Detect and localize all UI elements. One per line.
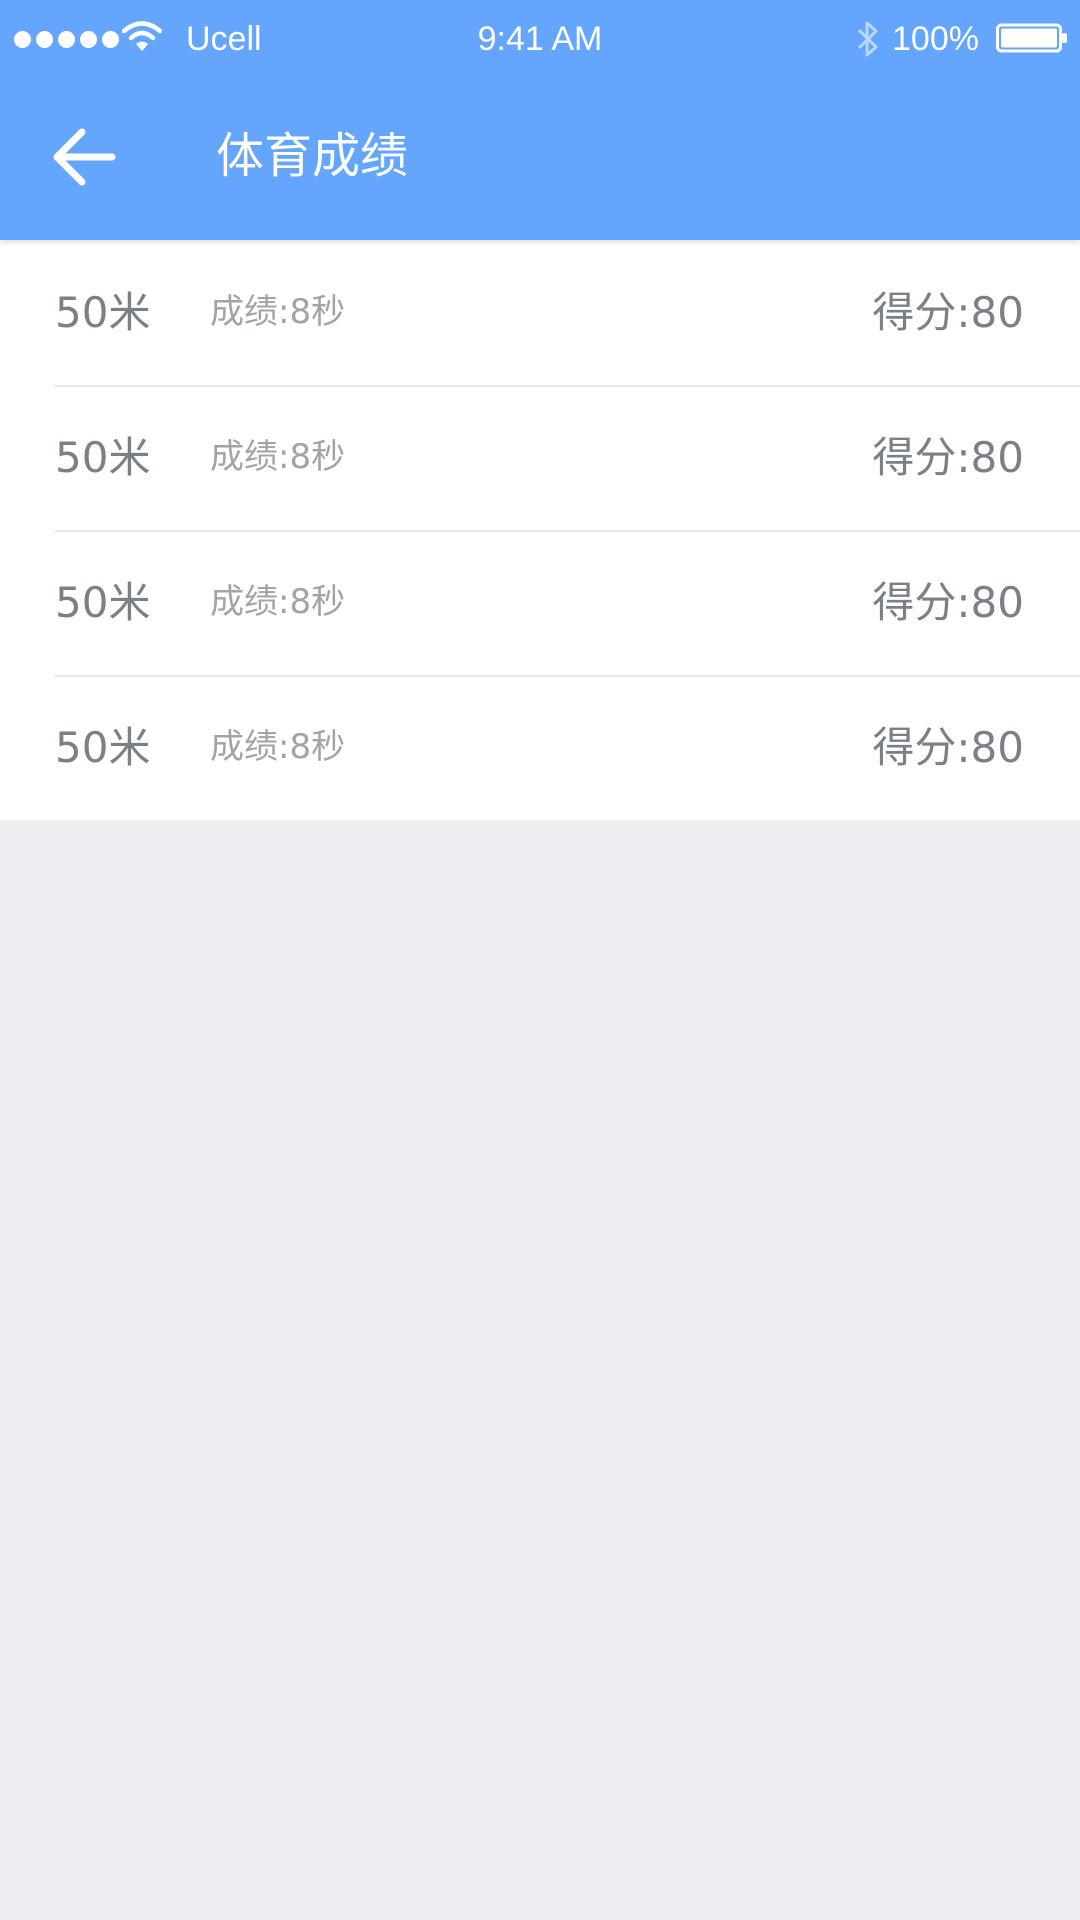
screen: Ucell 9:41 AM 100% 体育成绩 50米 成绩:8秒 得分:80 <box>0 0 1080 1920</box>
event-result: 成绩:8秒 <box>210 727 346 767</box>
status-bar: Ucell 9:41 AM 100% <box>0 0 1080 78</box>
event-name: 50米 <box>55 723 151 772</box>
bluetooth-icon <box>857 21 878 57</box>
list-item[interactable]: 50米 成绩:8秒 得分:80 <box>0 530 1080 675</box>
event-score: 得分:80 <box>872 433 1024 482</box>
arrow-left-icon[interactable] <box>50 122 120 192</box>
event-name: 50米 <box>55 433 151 482</box>
event-score: 得分:80 <box>872 288 1024 337</box>
event-result: 成绩:8秒 <box>210 292 346 332</box>
event-result: 成绩:8秒 <box>210 582 346 622</box>
event-score: 得分:80 <box>872 723 1024 772</box>
battery-icon <box>996 23 1067 53</box>
event-score: 得分:80 <box>872 578 1024 627</box>
event-name: 50米 <box>55 288 151 337</box>
list-item[interactable]: 50米 成绩:8秒 得分:80 <box>0 240 1080 385</box>
score-list: 50米 成绩:8秒 得分:80 50米 成绩:8秒 得分:80 50米 成绩:8… <box>0 240 1080 820</box>
event-result: 成绩:8秒 <box>210 437 346 477</box>
app-header: Ucell 9:41 AM 100% 体育成绩 <box>0 0 1080 240</box>
list-item[interactable]: 50米 成绩:8秒 得分:80 <box>0 675 1080 820</box>
list-item[interactable]: 50米 成绩:8秒 得分:80 <box>0 385 1080 530</box>
battery-percentage: 100% <box>892 20 979 58</box>
navigation-bar: 体育成绩 <box>0 78 1080 240</box>
page-title: 体育成绩 <box>216 128 409 184</box>
event-name: 50米 <box>55 578 151 627</box>
